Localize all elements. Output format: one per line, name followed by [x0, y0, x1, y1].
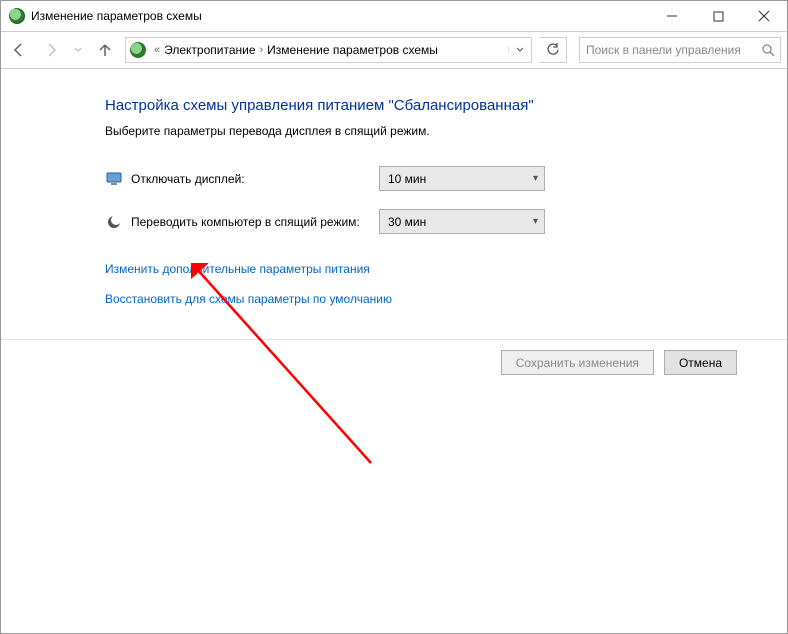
refresh-icon — [546, 43, 560, 57]
chevron-down-icon — [516, 46, 524, 54]
maximize-icon — [713, 11, 724, 22]
forward-arrow-icon — [43, 42, 59, 58]
breadcrumb-dropdown[interactable] — [508, 46, 531, 54]
page-heading: Настройка схемы управления питанием "Сба… — [105, 97, 787, 114]
forward-button[interactable] — [39, 38, 63, 62]
page-subheading: Выберите параметры перевода дисплея в сп… — [105, 124, 787, 138]
titlebar: Изменение параметров схемы — [1, 1, 787, 32]
setting-label-sleep: Переводить компьютер в спящий режим: — [131, 215, 379, 229]
links-group: Изменить дополнительные параметры питани… — [105, 262, 787, 306]
search-box[interactable] — [579, 37, 781, 63]
moon-icon — [105, 213, 123, 231]
breadcrumb-prefix: « — [154, 44, 160, 56]
recent-locations-button[interactable] — [71, 38, 85, 62]
window-title: Изменение параметров схемы — [31, 9, 649, 23]
minimize-icon — [666, 10, 678, 22]
combo-display-off-value: 10 мин — [388, 172, 426, 186]
close-icon — [758, 10, 770, 22]
chevron-down-icon: ▾ — [533, 173, 538, 184]
chevron-down-icon: ▾ — [533, 216, 538, 227]
combo-sleep[interactable]: 30 мин ▾ — [379, 209, 545, 234]
search-icon — [756, 43, 780, 57]
navbar: « Электропитание › Изменение параметров … — [1, 32, 787, 69]
power-options-icon — [9, 8, 25, 24]
breadcrumb-item-1[interactable]: Электропитание — [164, 43, 255, 57]
combo-display-off[interactable]: 10 мин ▾ — [379, 166, 545, 191]
back-button[interactable] — [7, 38, 31, 62]
chevron-right-icon: › — [260, 44, 264, 56]
setting-row-sleep: Переводить компьютер в спящий режим: 30 … — [105, 209, 787, 234]
up-button[interactable] — [93, 38, 117, 62]
combo-sleep-value: 30 мин — [388, 215, 426, 229]
chevron-down-icon — [74, 46, 82, 54]
close-button[interactable] — [741, 1, 787, 31]
link-advanced-power[interactable]: Изменить дополнительные параметры питани… — [105, 262, 370, 276]
save-button[interactable]: Сохранить изменения — [501, 350, 654, 375]
up-arrow-icon — [97, 42, 113, 58]
minimize-button[interactable] — [649, 1, 695, 31]
window-controls — [649, 1, 787, 31]
breadcrumb[interactable]: « Электропитание › Изменение параметров … — [125, 37, 532, 63]
buttons-row: Сохранить изменения Отмена — [1, 339, 787, 385]
refresh-button[interactable] — [540, 37, 567, 63]
power-options-icon — [130, 42, 146, 58]
back-arrow-icon — [11, 42, 27, 58]
link-restore-defaults[interactable]: Восстановить для схемы параметры по умол… — [105, 292, 392, 306]
monitor-icon — [105, 170, 123, 188]
setting-label-display-off: Отключать дисплей: — [131, 172, 379, 186]
content-area: Настройка схемы управления питанием "Сба… — [1, 69, 787, 634]
setting-row-display-off: Отключать дисплей: 10 мин ▾ — [105, 166, 787, 191]
breadcrumb-item-2[interactable]: Изменение параметров схемы — [267, 43, 438, 57]
maximize-button[interactable] — [695, 1, 741, 31]
search-input[interactable] — [580, 43, 756, 57]
window: Изменение параметров схемы — [0, 0, 788, 634]
cancel-button[interactable]: Отмена — [664, 350, 737, 375]
